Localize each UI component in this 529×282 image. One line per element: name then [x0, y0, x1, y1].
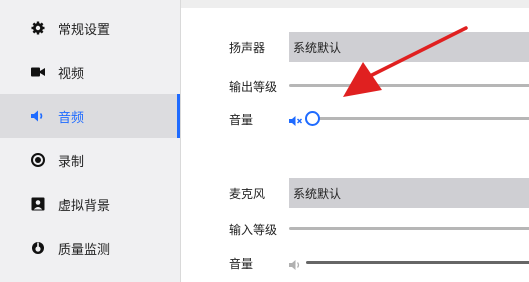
microphone-device-select[interactable]: 系统默认: [289, 178, 529, 208]
sidebar-item-video[interactable]: 视频: [0, 50, 180, 94]
speaker-label: 扬声器: [229, 41, 266, 55]
speaker-icon: [30, 108, 46, 124]
output-level-meter: [289, 84, 529, 87]
sidebar-item-general[interactable]: 常规设置: [0, 6, 180, 50]
input-level-meter: [289, 227, 529, 230]
microphone-speaker-icon[interactable]: [289, 256, 303, 270]
audio-settings-panel: 扬声器 系统默认 输出等级 音量 麦克风 系统默认 输入等级 音量: [181, 0, 529, 282]
sidebar-item-label: 视频: [58, 66, 85, 82]
output-level-label: 输出等级: [229, 80, 278, 94]
speaker-volume-label: 音量: [229, 113, 254, 127]
monitor-gauge-icon: [30, 240, 46, 256]
sidebar-item-quality-monitor[interactable]: 质量监测: [0, 226, 180, 270]
sidebar-item-virtual-background[interactable]: 虚拟背景: [0, 182, 180, 226]
speaker-muted-icon[interactable]: [289, 112, 303, 126]
speaker-device-value: 系统默认: [293, 40, 342, 55]
microphone-label: 麦克风: [229, 187, 266, 201]
microphone-device-value: 系统默认: [293, 186, 342, 201]
sidebar-item-label: 虚拟背景: [58, 198, 111, 214]
speaker-volume-knob[interactable]: [305, 111, 320, 126]
portrait-icon: [30, 196, 46, 212]
microphone-volume-label: 音量: [229, 257, 254, 271]
record-icon: [30, 152, 46, 168]
sidebar-item-label: 常规设置: [58, 22, 111, 38]
sidebar-item-audio[interactable]: 音频: [0, 94, 180, 138]
sidebar-item-label: 质量监测: [58, 242, 111, 258]
input-level-label: 输入等级: [229, 223, 278, 237]
speaker-volume-slider[interactable]: [312, 117, 529, 120]
microphone-volume-slider[interactable]: [306, 261, 529, 264]
gear-icon: [30, 20, 46, 36]
video-camera-icon: [30, 64, 46, 80]
sidebar-item-recording[interactable]: 录制: [0, 138, 180, 182]
sidebar-item-label: 录制: [58, 154, 85, 170]
speaker-device-select[interactable]: 系统默认: [289, 32, 529, 62]
settings-sidebar: 常规设置 视频 音频 录制 虚拟背景 质量监测: [0, 0, 181, 282]
sidebar-item-label: 音频: [58, 110, 85, 126]
panel-top-divider: [181, 0, 529, 8]
